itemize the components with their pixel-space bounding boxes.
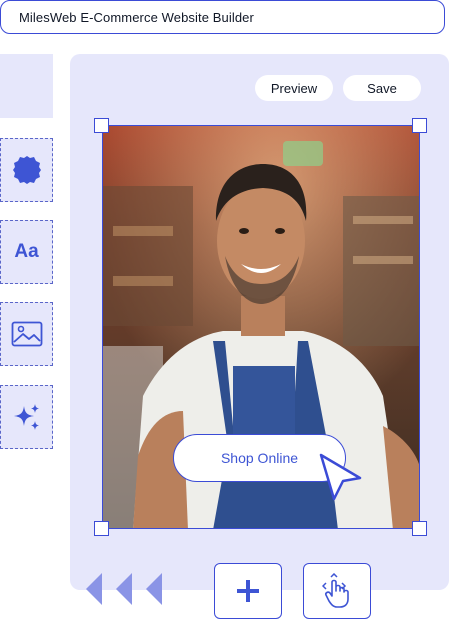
resize-handle-top-right[interactable] <box>412 118 427 133</box>
sidebar-header <box>0 54 53 118</box>
shape-tool-button[interactable] <box>0 138 53 202</box>
app-title-bar: MilesWeb E-Commerce Website Builder <box>0 0 445 34</box>
app-title: MilesWeb E-Commerce Website Builder <box>19 9 254 25</box>
sparkles-icon <box>13 404 39 430</box>
add-element-button[interactable] <box>214 563 282 619</box>
magic-tool-button[interactable] <box>0 385 53 449</box>
circle-shape-icon <box>12 156 41 184</box>
save-button[interactable]: Save <box>343 75 421 101</box>
resize-handle-bottom-right[interactable] <box>412 521 427 536</box>
back-arrows-icon[interactable] <box>86 573 166 605</box>
touch-gesture-button[interactable] <box>303 563 371 619</box>
hand-pointer-icon <box>322 573 349 608</box>
preview-button[interactable]: Preview <box>255 75 333 101</box>
image-tool-button[interactable] <box>0 302 53 366</box>
image-icon <box>11 321 42 347</box>
cursor-arrow-icon <box>319 453 362 501</box>
plus-icon <box>237 580 259 602</box>
resize-handle-bottom-left[interactable] <box>94 521 109 536</box>
text-tool-button[interactable]: Aa <box>0 220 53 284</box>
text-tool-label: Aa <box>14 241 39 262</box>
resize-handle-top-left[interactable] <box>94 118 109 133</box>
